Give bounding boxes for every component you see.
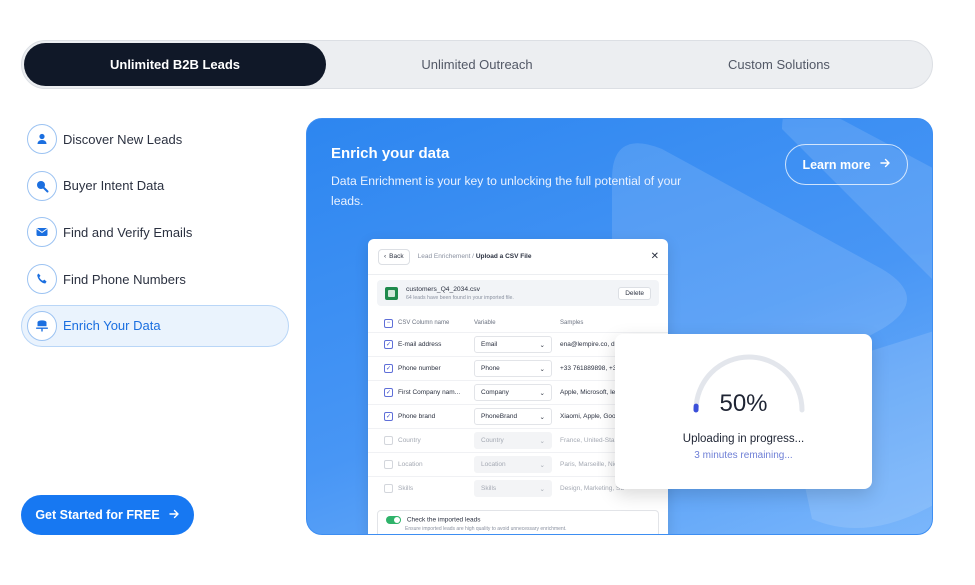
row-name: Skills	[398, 485, 414, 492]
variable-select[interactable]: Company ⌄	[474, 384, 552, 401]
table-header: − CSV Column name Variable Samples	[368, 314, 668, 332]
menu-item-find-phone-numbers[interactable]: Find Phone Numbers	[21, 258, 289, 300]
column-header-samples: Samples	[560, 320, 584, 326]
panel-description: Data Enrichment is your key to unlocking…	[331, 174, 682, 208]
variable-value: Country	[481, 437, 504, 444]
menu-item-label: Discover New Leads	[63, 131, 183, 147]
variable-select[interactable]: Email ⌄	[474, 336, 552, 353]
back-button[interactable]: ‹ Back	[378, 248, 410, 265]
feature-menu: Discover New Leads Buyer Intent Data Fin…	[21, 118, 289, 351]
enrich-panel: Enrich your data Data Enrichment is your…	[306, 118, 933, 535]
row-name: Country	[398, 437, 421, 444]
chevron-down-icon: ⌄	[539, 389, 545, 397]
arrow-right-icon	[168, 508, 180, 523]
menu-item-discover-new-leads[interactable]: Discover New Leads	[21, 118, 289, 160]
select-all-checkbox[interactable]: −	[384, 318, 393, 328]
file-name: customers_Q4_2034.csv	[406, 285, 480, 293]
check-imported-toggle[interactable]	[386, 516, 401, 524]
menu-item-label: Find Phone Numbers	[63, 271, 186, 287]
spreadsheet-icon	[385, 286, 398, 300]
variable-select[interactable]: Location ⌄	[474, 456, 552, 473]
variable-select[interactable]: Country ⌄	[474, 432, 552, 449]
row-checkbox[interactable]: ✓	[384, 340, 393, 349]
breadcrumb: Lead Enrichement / Upload a CSV File	[418, 253, 532, 260]
close-icon[interactable]: ✕	[651, 251, 659, 262]
panel-title: Enrich your data	[331, 145, 450, 162]
variable-value: Phone	[481, 365, 500, 372]
row-checkbox[interactable]: ✓	[384, 364, 393, 373]
row-name: Location	[398, 461, 423, 468]
chevron-down-icon: ⌄	[539, 461, 545, 469]
product-tabs: Unlimited B2B Leads Unlimited Outreach C…	[21, 40, 933, 89]
check-imported-leads: Check the imported leads Ensure imported…	[377, 510, 659, 534]
variable-select[interactable]: Phone ⌄	[474, 360, 552, 377]
tab-unlimited-b2b-leads[interactable]: Unlimited B2B Leads	[24, 43, 326, 86]
user-icon	[27, 124, 57, 154]
chevron-down-icon: ⌄	[539, 365, 545, 373]
get-started-button[interactable]: Get Started for FREE	[21, 495, 194, 535]
modal-header: ‹ Back Lead Enrichement / Upload a CSV F…	[368, 239, 668, 275]
file-summary: 64 leads have been found in your importe…	[406, 294, 514, 301]
variable-value: Email	[481, 341, 498, 348]
row-name: First Company nam...	[398, 389, 461, 396]
menu-item-label: Buyer Intent Data	[63, 178, 165, 194]
delete-button[interactable]: Delete	[618, 286, 651, 300]
column-header-variable: Variable	[474, 320, 496, 326]
progress-percent: 50%	[719, 390, 768, 417]
chevron-down-icon: ⌄	[539, 437, 545, 445]
row-checkbox[interactable]	[384, 436, 393, 445]
tab-unlimited-outreach[interactable]: Unlimited Outreach	[326, 43, 628, 86]
database-icon	[27, 310, 57, 341]
row-checkbox[interactable]: ✓	[384, 412, 393, 421]
breadcrumb-current: Upload a CSV File	[475, 253, 532, 260]
menu-item-label: Find and Verify Emails	[63, 224, 193, 240]
mail-icon	[27, 217, 57, 248]
row-sample: Design, Marketing, SEO, Busi...	[560, 485, 624, 492]
search-icon	[27, 170, 57, 201]
get-started-label: Get Started for FREE	[35, 508, 160, 522]
check-imported-label: Check the imported leads	[406, 516, 481, 524]
variable-value: Company	[481, 389, 509, 396]
menu-item-label: Enrich Your Data	[63, 318, 161, 334]
arrow-right-icon	[879, 157, 891, 172]
phone-icon	[27, 264, 57, 295]
learn-more-label: Learn more	[802, 157, 871, 172]
time-remaining: 3 minutes remaining...	[694, 450, 793, 461]
variable-value: Skills	[481, 485, 497, 492]
row-checkbox[interactable]: ✓	[384, 388, 393, 397]
tab-custom-solutions[interactable]: Custom Solutions	[628, 43, 930, 86]
row-checkbox[interactable]	[384, 484, 393, 493]
chevron-down-icon: ⌄	[539, 485, 545, 493]
learn-more-button[interactable]: Learn more	[785, 144, 908, 185]
column-header-name: CSV Column name	[398, 320, 450, 326]
row-name: Phone brand	[398, 413, 436, 420]
row-name: E-mail address	[398, 341, 442, 348]
upload-progress-card: 50% Uploading in progress... 3 minutes r…	[615, 334, 872, 489]
chevron-down-icon: ⌄	[539, 413, 545, 421]
menu-item-buyer-intent-data[interactable]: Buyer Intent Data	[21, 165, 289, 207]
imported-file: customers_Q4_2034.csv 64 leads have been…	[377, 280, 659, 306]
upload-status: Uploading in progress...	[682, 433, 805, 445]
variable-select[interactable]: Skills ⌄	[474, 480, 552, 497]
row-name: Phone number	[398, 365, 441, 372]
variable-select[interactable]: PhoneBrand ⌄	[474, 408, 552, 425]
check-imported-description: Ensure imported leads are high quality t…	[405, 526, 567, 532]
breadcrumb-parent[interactable]: Lead Enrichement /	[418, 253, 474, 260]
menu-item-enrich-your-data[interactable]: Enrich Your Data	[21, 304, 289, 347]
row-checkbox[interactable]	[384, 460, 393, 469]
variable-value: PhoneBrand	[481, 413, 518, 420]
chevron-left-icon: ‹	[384, 253, 387, 260]
back-label: Back	[389, 253, 404, 260]
page: Unlimited B2B Leads Unlimited Outreach C…	[0, 0, 975, 585]
menu-item-find-and-verify-emails[interactable]: Find and Verify Emails	[21, 211, 289, 253]
chevron-down-icon: ⌄	[539, 341, 545, 349]
variable-value: Location	[481, 461, 506, 468]
